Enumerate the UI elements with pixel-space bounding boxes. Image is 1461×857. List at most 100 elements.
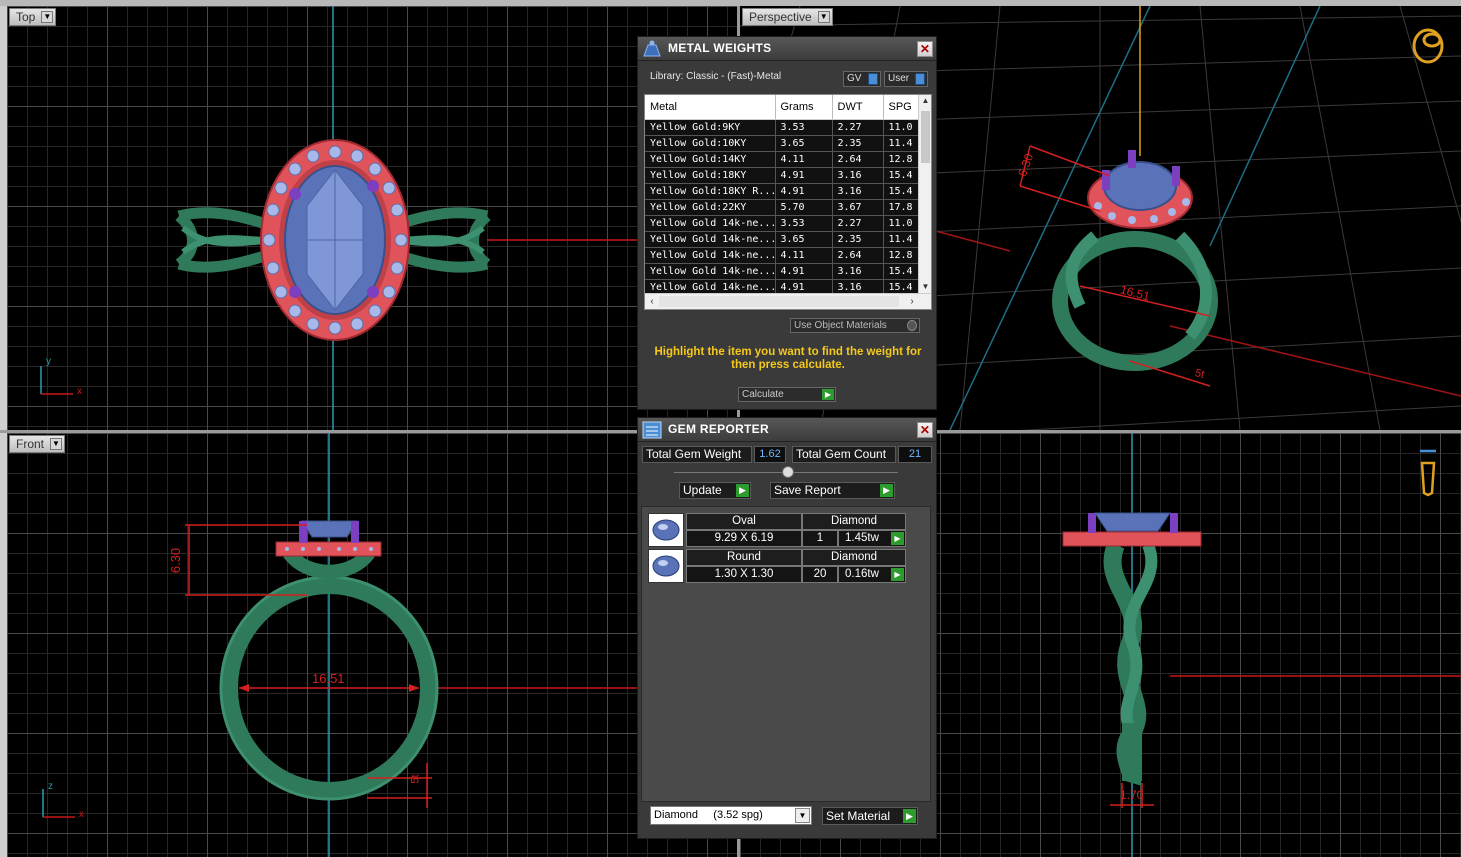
table-cell: 11.4 — [883, 231, 921, 248]
save-report-button[interactable]: Save Report ▶ — [770, 482, 895, 499]
gem-shape: Oval — [686, 513, 802, 530]
front-dim-height: 6.30 — [168, 547, 184, 574]
gem-material: Diamond — [802, 549, 906, 566]
close-icon[interactable]: ✕ — [917, 422, 933, 438]
viewport-label-front[interactable]: Front ▼ — [9, 435, 66, 453]
column-header[interactable]: DWT — [832, 95, 884, 120]
scroll-right-icon[interactable]: › — [905, 294, 919, 309]
table-cell: Yellow Gold:10KY — [645, 135, 776, 152]
chevron-down-icon[interactable]: ▼ — [50, 438, 63, 450]
gv-toggle-label: GV — [847, 73, 862, 84]
table-row[interactable]: Yellow Gold 14k-ne... 4.91 3.16 15.4 — [645, 263, 921, 280]
axis-label-z: z — [48, 781, 53, 792]
scroll-down-icon[interactable]: ▼ — [919, 281, 931, 293]
table-cell: 12.8 — [883, 151, 921, 168]
user-toggle[interactable]: User — [884, 71, 928, 87]
gem-weight: 1.45tw — [845, 532, 879, 544]
total-gem-count-label: Total Gem Count — [792, 446, 896, 463]
gem-weight-cell: 1.45tw ▶ — [838, 530, 906, 547]
total-gem-count-value: 21 — [898, 446, 932, 463]
table-cell: Yellow Gold:22KY — [645, 199, 776, 216]
viewport-label-text: Top — [16, 10, 36, 24]
viewport-label-text: Front — [16, 437, 45, 451]
total-gem-weight-label: Total Gem Weight — [642, 446, 752, 463]
column-header[interactable]: SPG — [883, 95, 921, 120]
table-cell: 3.53 — [775, 119, 833, 136]
play-icon[interactable]: ▶ — [891, 532, 904, 545]
table-row[interactable]: Yellow Gold:14KY 4.11 2.64 12.8 — [645, 151, 921, 168]
scroll-thumb[interactable] — [921, 111, 930, 163]
play-icon: ▶ — [903, 809, 916, 823]
update-button[interactable]: Update ▶ — [679, 482, 751, 499]
top-view-ring — [40, 6, 737, 430]
gem-row[interactable]: Round Diamond 1.30 X 1.30 20 0.16tw ▶ — [648, 549, 906, 583]
table-cell: 2.35 — [832, 135, 884, 152]
table-row[interactable]: Yellow Gold:22KY 5.70 3.67 17.8 — [645, 199, 921, 216]
panel-title-bar[interactable]: METAL WEIGHTS ✕ — [638, 37, 936, 61]
viewport-front[interactable]: 6.30 16.51 5t z x Front ▼ — [7, 433, 737, 857]
scroll-left-icon[interactable]: ‹ — [645, 294, 659, 309]
gem-row[interactable]: Oval Diamond 9.29 X 6.19 1 1.45tw ▶ — [648, 513, 906, 547]
table-cell: 11.0 — [883, 119, 921, 136]
table-cell: 3.16 — [832, 167, 884, 184]
chevron-down-icon[interactable]: ▼ — [817, 11, 830, 23]
table-cell: 12.8 — [883, 247, 921, 264]
panel-title-bar[interactable]: GEM REPORTER ✕ — [638, 418, 936, 442]
panel-title: METAL WEIGHTS — [668, 41, 772, 55]
table-cell: 11.4 — [883, 135, 921, 152]
gem-count: 20 — [802, 566, 838, 583]
oval-gem-icon[interactable] — [648, 513, 684, 547]
vertical-scrollbar[interactable]: ▲ ▼ — [918, 95, 931, 293]
table-row[interactable]: Yellow Gold:18KY R... 4.91 3.16 15.4 — [645, 183, 921, 200]
viewport-label-perspective[interactable]: Perspective ▼ — [742, 8, 833, 26]
horizontal-scrollbar[interactable]: ‹ › — [645, 293, 931, 309]
use-object-materials-toggle[interactable]: Use Object Materials — [790, 318, 920, 333]
table-cell: 15.4 — [883, 263, 921, 280]
column-header[interactable]: Metal — [645, 95, 776, 120]
library-label: Library: Classic - (Fast)-Metal — [650, 71, 782, 82]
gem-weight: 0.16tw — [845, 568, 879, 580]
table-cell: 3.65 — [775, 231, 833, 248]
table-row[interactable]: Yellow Gold:9KY 3.53 2.27 11.0 — [645, 119, 921, 136]
table-cell: 4.91 — [775, 183, 833, 200]
scroll-up-icon[interactable]: ▲ — [919, 95, 931, 107]
round-gem-icon[interactable] — [648, 549, 684, 583]
table-cell: 4.11 — [775, 151, 833, 168]
table-cell: 11.0 — [883, 215, 921, 232]
table-cell: Yellow Gold:14KY — [645, 151, 776, 168]
axis-label-y: y — [46, 356, 51, 367]
table-cell: 3.16 — [832, 263, 884, 280]
save-report-label: Save Report — [774, 483, 841, 497]
viewport-label-text: Perspective — [749, 10, 812, 24]
viewport-label-top[interactable]: Top ▼ — [9, 8, 57, 26]
table-row[interactable]: Yellow Gold:18KY 4.91 3.16 15.4 — [645, 167, 921, 184]
gem-weight-cell: 0.16tw ▶ — [838, 566, 906, 583]
set-material-button[interactable]: Set Material ▶ — [822, 807, 918, 825]
column-header[interactable]: Grams — [775, 95, 833, 120]
gem-size: 1.30 X 1.30 — [686, 566, 802, 583]
gem-count: 1 — [802, 530, 838, 547]
play-icon[interactable]: ▶ — [891, 568, 904, 581]
front-view-ring — [42, 433, 737, 857]
calculate-button[interactable]: Calculate ▶ — [738, 387, 836, 402]
table-cell: 15.4 — [883, 183, 921, 200]
divider-slider-knob[interactable] — [782, 466, 794, 478]
table-cell: 5.70 — [775, 199, 833, 216]
table-row[interactable]: Yellow Gold:10KY 3.65 2.35 11.4 — [645, 135, 921, 152]
scroll-thumb[interactable] — [659, 296, 899, 307]
toggle-indicator — [915, 73, 925, 85]
play-icon: ▶ — [880, 484, 893, 497]
metal-table[interactable]: Metal Grams DWT SPG Yellow Gold:9KY 3.53 2.27… — [644, 94, 932, 310]
close-icon[interactable]: ✕ — [917, 41, 933, 57]
gv-toggle[interactable]: GV — [843, 71, 881, 87]
chevron-down-icon[interactable]: ▼ — [795, 808, 810, 823]
viewport-top[interactable]: y x Top ▼ — [7, 6, 737, 430]
material-select[interactable]: Diamond (3.52 spg) ▼ — [650, 806, 812, 825]
table-row[interactable]: Yellow Gold 14k-ne... 4.11 2.64 12.8 — [645, 247, 921, 264]
table-cell: Yellow Gold 14k-ne... — [645, 231, 776, 248]
table-row[interactable]: Yellow Gold 14k-ne... 3.53 2.27 11.0 — [645, 215, 921, 232]
table-row[interactable]: Yellow Gold 14k-ne... 3.65 2.35 11.4 — [645, 231, 921, 248]
chevron-down-icon[interactable]: ▼ — [41, 11, 54, 23]
table-cell: Yellow Gold 14k-ne... — [645, 263, 776, 280]
metal-grid: Metal Grams DWT SPG Yellow Gold:9KY 3.53 2.27… — [645, 95, 921, 296]
